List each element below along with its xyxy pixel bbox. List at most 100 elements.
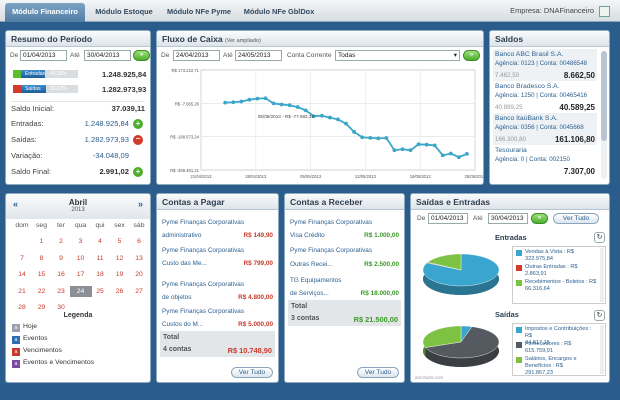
chart-icon[interactable]: [599, 6, 610, 17]
legend-scrollbar[interactable]: [600, 325, 604, 374]
entradas-bar-pct: 49,33%: [50, 71, 67, 77]
data-point: [384, 136, 389, 140]
list-item[interactable]: Outras Recei... R$ 2.500,00: [288, 258, 401, 271]
amcharts-credit: amcharts.com: [415, 375, 444, 380]
go-button[interactable]: »: [463, 50, 480, 61]
contas-pagar-panel: Contas a Pagar Pyme Finanças Corporativa…: [156, 193, 279, 383]
add-saida-icon[interactable]: −: [133, 135, 143, 145]
saidas-bar-label: Saídas: [25, 86, 41, 92]
item-amount: R$ 799,00: [243, 260, 274, 267]
item-text: Pyme Finanças Corporativas: [162, 281, 245, 288]
item-text: Outras Recei...: [290, 261, 333, 268]
data-point: [352, 130, 357, 134]
resumo-date-from[interactable]: 01/04/2013: [20, 50, 67, 61]
contas-receber-title: Contas a Receber: [285, 194, 404, 210]
empresa-value: DNAFinanceiro: [543, 6, 594, 15]
bank-card-tesouraria[interactable]: Tesouraria Agência: 0 | Conta: 002150 7.…: [493, 145, 597, 184]
x-tick-label: 12/05/2013: [355, 174, 377, 179]
list-item[interactable]: de objetos R$ 4.800,00: [160, 291, 275, 304]
legend-swatch: a: [12, 336, 20, 344]
bank-name: Banco Bradesco S.A.: [495, 83, 560, 90]
contas-pagar-total: Total 4 contas R$ 10.748,90: [160, 331, 275, 357]
list-item[interactable]: Pyme Finanças Corporativas: [288, 216, 401, 229]
tab-modulo-nfe-pyme[interactable]: Módulo NFe Pyme: [162, 3, 236, 22]
saidas-label: Saídas:: [11, 135, 37, 144]
refresh-icon[interactable]: ↻: [594, 310, 605, 321]
bank-agencia: Agência: 0356 | Conta: 0045668: [495, 124, 584, 131]
list-item[interactable]: administrativo R$ 149,90: [160, 229, 275, 242]
variacao-label: Variação:: [11, 151, 43, 160]
data-point: [368, 135, 373, 140]
data-point: [400, 147, 405, 152]
total-count: 3 contas: [291, 315, 320, 322]
data-point: [295, 105, 300, 109]
item-text: Pyme Finanças Corporativas: [290, 219, 373, 226]
conta-corrente-value: Todas: [338, 52, 356, 59]
entradas-chart-title: Entradas: [495, 233, 527, 242]
bank-balance: 8.662,50: [563, 71, 595, 80]
bank-name: Banco ABC Brasil S.A.: [495, 51, 564, 58]
ver-tudo-button[interactable]: Ver Tudo: [231, 367, 273, 378]
saldos-scrollbar[interactable]: [601, 51, 607, 179]
data-point: [440, 153, 445, 158]
item-text: de Serviços...: [290, 290, 329, 297]
tab-modulo-nfe-gbldox[interactable]: Módulo NFe GblDox: [238, 3, 320, 22]
resumo-panel: Resumo do Período De 01/04/2013 Até 30/0…: [5, 30, 151, 185]
scrollbar-thumb[interactable]: [601, 51, 607, 141]
list-item[interactable]: Visa Crédito R$ 1.000,00: [288, 229, 401, 242]
calendar-year: 2013: [71, 207, 85, 213]
go-button[interactable]: »: [133, 50, 150, 61]
list-item[interactable]: de Serviços... R$ 18.000,00: [288, 287, 401, 300]
data-point: [223, 100, 228, 105]
de-label: De: [10, 52, 19, 59]
ver-ampliado-link[interactable]: (Ver ampliado): [225, 38, 261, 44]
chevron-down-icon: ▾: [453, 52, 457, 59]
calendar-day[interactable]: 30: [50, 304, 72, 311]
y-tick-label: R$ -188.573,24: [170, 135, 200, 140]
bank-secondary-value: 40.899,25: [495, 104, 523, 111]
tab-modulo-financeiro[interactable]: Módulo Financeiro: [5, 3, 85, 22]
list-item[interactable]: Custo das Me... R$ 799,00: [160, 257, 275, 270]
list-item[interactable]: Pyme Finanças Corporativas: [160, 305, 275, 318]
list-item[interactable]: Custos do M... R$ 5.000,00: [160, 318, 275, 331]
legend-label: Eventos: [23, 335, 48, 342]
bank-secondary-value: 7.462,50: [495, 72, 520, 79]
list-item[interactable]: Pyme Finanças Corporativas: [160, 216, 275, 229]
fluxo-date-to[interactable]: 24/05/2013: [235, 50, 282, 61]
calendar-day[interactable]: 6: [128, 238, 150, 245]
ver-tudo-button[interactable]: Ver Tudo: [357, 367, 399, 378]
calendar-day[interactable]: 20: [128, 271, 150, 278]
list-item[interactable]: Pyme Finanças Corporativas: [288, 244, 401, 257]
ver-tudo-button[interactable]: Ver Tudo: [553, 213, 599, 224]
legend-scrollbar[interactable]: [600, 248, 604, 302]
saidas-entradas-date-from[interactable]: 01/04/2013: [428, 213, 468, 224]
saldos-title: Saldos: [490, 31, 609, 47]
calendar-day[interactable]: 13: [128, 255, 150, 262]
contas-receber-panel: Contas a Receber Pyme Finanças Corporati…: [284, 193, 405, 383]
weekday-label: sáb: [133, 222, 145, 229]
ate-label: Até: [70, 52, 80, 59]
entradas-bar: Entradas 49,33%: [13, 70, 78, 78]
entradas-bar-label: Entradas: [25, 71, 46, 77]
legend-swatch: a: [12, 360, 20, 368]
ate-label: Até: [473, 215, 483, 222]
list-item[interactable]: TG Equipamentos: [288, 274, 401, 287]
resumo-date-to[interactable]: 30/04/2013: [84, 50, 131, 61]
legend-item: Salários, Encargos e Benefícios : R$ 291.…: [516, 356, 598, 377]
conta-corrente-select[interactable]: Todas ▾: [335, 50, 460, 61]
legend-name: Impostos e Contribuições : R$: [525, 326, 592, 339]
item-amount: R$ 5.000,00: [238, 321, 273, 328]
fluxo-date-from[interactable]: 24/04/2013: [173, 50, 220, 61]
saidas-entradas-date-to[interactable]: 30/04/2013: [488, 213, 528, 224]
tab-modulo-estoque[interactable]: Módulo Estoque: [88, 3, 160, 22]
add-saldo-icon[interactable]: +: [133, 167, 143, 177]
add-entrada-icon[interactable]: +: [133, 119, 143, 129]
legend-eventos-e-vencimentos: a Eventos e Vencimentos: [12, 359, 94, 368]
refresh-icon[interactable]: ↻: [594, 232, 605, 243]
list-item[interactable]: Pyme Finanças Corporativas: [160, 244, 275, 257]
saldo-inicial-row: Saldo Inicial: 37.039,11: [11, 101, 145, 114]
go-button[interactable]: »: [531, 213, 548, 224]
saldo-final-row: Saldo Final: 2.991,02 +: [11, 165, 145, 178]
calendar-day[interactable]: 27: [128, 288, 150, 295]
list-item[interactable]: Pyme Finanças Corporativas: [160, 278, 275, 291]
